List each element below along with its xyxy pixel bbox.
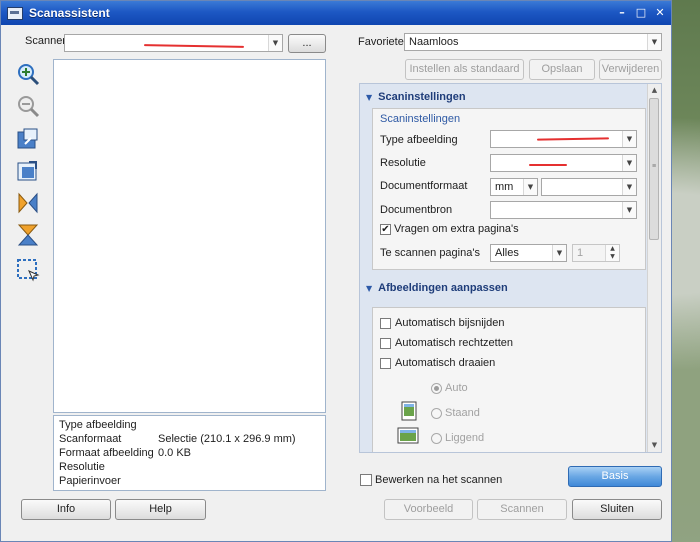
basis-button[interactable]: Basis (568, 466, 662, 487)
stepper-arrows-icon: ▲ ▼ (605, 245, 619, 261)
auto-crop-checkbox[interactable] (380, 318, 391, 329)
rotate-icon[interactable] (15, 222, 41, 248)
set-default-button[interactable]: Instellen als standaard (405, 59, 524, 80)
preview-button[interactable]: Voorbeeld (384, 499, 473, 520)
favorites-dropdown[interactable]: Naamloos ▼ (404, 33, 662, 51)
resolution-dropdown[interactable]: ▼ (490, 154, 637, 172)
auto-rotate-label: Automatisch draaien (395, 357, 496, 369)
close-button[interactable]: Sluiten (572, 499, 662, 520)
ask-more-pages-label: Vragen om extra pagina's (394, 223, 519, 235)
orientation-auto-label: Auto (445, 382, 468, 394)
orientation-auto-radio[interactable] (431, 383, 442, 394)
info-label-resolution: Resolutie (59, 461, 105, 473)
edit-after-scan-checkbox[interactable] (360, 474, 372, 486)
redaction-mark (143, 44, 245, 48)
image-adjust-header[interactable]: ▼ Afbeeldingen aanpassen (366, 282, 508, 294)
info-value-imagesize: 0.0 KB (158, 447, 192, 459)
scan-settings-group: Scaninstellingen Type afbeelding ▼ Resol… (372, 108, 646, 270)
document-format-dropdown[interactable]: ▼ (541, 178, 637, 196)
portrait-page-icon (401, 401, 417, 421)
info-value-scanformat: Selectie (210.1 x 296.9 mm) (158, 433, 296, 445)
scrollbar-thumb[interactable]: ≡ (649, 98, 659, 240)
chevron-down-icon: ▼ (622, 155, 636, 171)
document-source-label: Documentbron (380, 204, 453, 216)
chevron-down-icon: ▼ (622, 131, 636, 147)
info-label-scanformat: Scanformaat (59, 433, 122, 445)
image-adjust-group: Automatisch bijsnijden Automatisch recht… (372, 307, 646, 452)
info-button[interactable]: Info (21, 499, 111, 520)
scanner-more-button[interactable]: ... (288, 34, 326, 53)
image-type-label: Type afbeelding (380, 134, 458, 146)
scan-button[interactable]: Scannen (477, 499, 567, 520)
minimize-icon[interactable]: – (614, 5, 630, 21)
scanner-dropdown[interactable]: ▼ (64, 34, 283, 52)
orientation-landscape-label: Liggend (445, 432, 485, 444)
zoom-in-icon[interactable] (15, 61, 41, 87)
page-count-stepper[interactable]: 1 ▲ ▼ (572, 244, 620, 262)
save-button[interactable]: Opslaan (529, 59, 595, 80)
scroll-up-icon[interactable]: ▲ (648, 84, 661, 97)
info-label-paperfeed: Papierinvoer (59, 475, 121, 487)
chevron-down-icon: ▼ (552, 245, 566, 261)
chevron-down-icon: ▼ (647, 34, 661, 50)
redaction-mark (536, 137, 610, 141)
scan-settings-header[interactable]: ▼ Scaninstellingen (366, 91, 466, 103)
actual-size-icon[interactable] (15, 158, 41, 184)
scroll-down-icon[interactable]: ▼ (648, 439, 661, 452)
maximize-icon[interactable]: □ (633, 5, 649, 21)
favorites-label: Favorieten (358, 36, 410, 48)
info-label-type: Type afbeelding (59, 419, 137, 431)
resolution-label: Resolutie (380, 157, 426, 169)
pages-to-scan-dropdown[interactable]: Alles ▼ (490, 244, 567, 262)
settings-panel: ▼ Scaninstellingen Scaninstellingen Type … (359, 83, 662, 453)
info-label-imagesize: Formaat afbeelding (59, 447, 154, 459)
scan-info-box: Type afbeelding Scanformaat Selectie (21… (53, 415, 326, 491)
zoom-out-icon[interactable] (15, 93, 41, 119)
scanner-label: Scanner (25, 35, 66, 47)
orientation-portrait-label: Staand (445, 407, 480, 419)
auto-crop-label: Automatisch bijsnijden (395, 317, 505, 329)
auto-straighten-checkbox[interactable] (380, 338, 391, 349)
auto-straighten-label: Automatisch rechtzetten (395, 337, 514, 349)
favorites-value: Naamloos (409, 36, 459, 48)
window-title: Scanassistent (29, 6, 110, 20)
delete-button[interactable]: Verwijderen (599, 59, 662, 80)
document-source-dropdown[interactable]: ▼ (490, 201, 637, 219)
fit-page-icon[interactable] (15, 126, 41, 152)
grip-icon: ≡ (651, 163, 657, 170)
scan-settings-group-title: Scaninstellingen (380, 113, 461, 125)
document-format-unit-dropdown[interactable]: mm ▼ (490, 178, 538, 196)
chevron-down-icon: ▼ (268, 35, 282, 51)
landscape-page-icon (397, 427, 419, 444)
document-format-label: Documentformaat (380, 180, 468, 192)
flip-icon[interactable] (15, 190, 41, 216)
edit-after-scan-label: Bewerken na het scannen (375, 474, 503, 486)
chevron-down-icon: ▼ (622, 179, 636, 195)
scan-assistant-window: Scanassistent – □ ✕ Scanner ▼ ... Favori… (0, 0, 672, 542)
redaction-mark (529, 164, 567, 166)
orientation-landscape-radio[interactable] (431, 433, 442, 444)
auto-rotate-checkbox[interactable] (380, 358, 391, 369)
chevron-down-icon: ▼ (622, 202, 636, 218)
chevron-down-icon: ▼ (366, 284, 373, 293)
image-type-dropdown[interactable]: ▼ (490, 130, 637, 148)
close-icon[interactable]: ✕ (652, 5, 668, 21)
chevron-down-icon: ▼ (523, 179, 537, 195)
scan-preview-area[interactable] (53, 59, 326, 413)
select-area-icon[interactable] (15, 257, 41, 283)
settings-scrollbar[interactable]: ▲ ≡ ▼ (647, 84, 661, 452)
scanner-app-icon (7, 6, 23, 20)
pages-to-scan-label: Te scannen pagina's (380, 247, 480, 259)
help-button[interactable]: Help (115, 499, 206, 520)
title-bar[interactable]: Scanassistent – □ ✕ (1, 1, 671, 25)
chevron-down-icon: ▼ (366, 93, 373, 102)
orientation-portrait-radio[interactable] (431, 408, 442, 419)
ask-more-pages-checkbox[interactable]: ✔ (380, 224, 391, 235)
